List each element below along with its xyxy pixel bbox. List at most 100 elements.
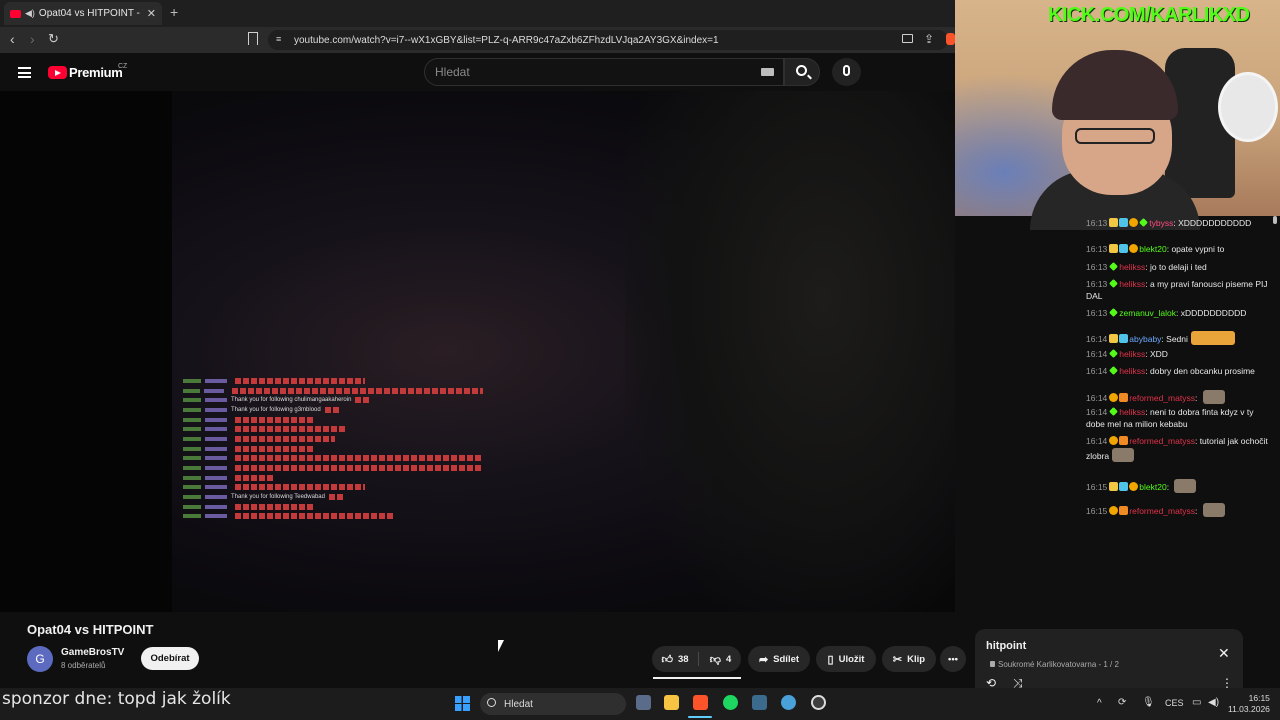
ingame-chat-username: [205, 378, 227, 383]
chat-username[interactable]: blekt20: [1139, 244, 1166, 254]
gift-badge-icon: [1119, 244, 1129, 253]
gift-badge-icon: [1119, 482, 1129, 491]
green-badge-icon: [1109, 308, 1119, 317]
share-icon[interactable]: ⇪: [924, 32, 934, 46]
mouse-cursor: [498, 640, 504, 652]
chat-username[interactable]: abybaby: [1129, 334, 1161, 344]
ingame-chat-badge: [183, 378, 201, 383]
save-button[interactable]: ▯ Uložit: [816, 646, 876, 672]
more-actions-button[interactable]: •••: [940, 646, 966, 672]
orange-badge-icon: [1119, 393, 1129, 402]
ingame-chat-emotes: [235, 416, 315, 423]
ingame-chat-emotes: [234, 455, 483, 462]
ingame-chat-badge: [183, 456, 201, 461]
sync-icon[interactable]: ⟳: [1118, 697, 1126, 708]
subscribe-button[interactable]: Odebírat: [141, 647, 199, 670]
game-launcher-icon[interactable]: [752, 695, 767, 710]
chat-timestamp: 16:14: [1086, 436, 1108, 446]
ingame-chat-username: [205, 446, 227, 451]
chat-timestamp: 16:15: [1086, 506, 1108, 516]
chat-message: 16:14 helikss: XDD: [1086, 349, 1274, 361]
chat-username[interactable]: zemanuv_lalok: [1119, 308, 1176, 318]
tab-close-icon[interactable]: ✕: [147, 7, 156, 20]
channel-name[interactable]: GameBrosTV: [61, 647, 124, 658]
coin-badge-icon: [1129, 218, 1139, 227]
ingame-chat-username: [205, 485, 227, 490]
share-button[interactable]: ➦ Sdílet: [748, 646, 810, 672]
green-badge-icon: [1109, 349, 1119, 358]
search-input[interactable]: Hledat: [424, 58, 784, 86]
like-ratio-bar: [653, 677, 741, 679]
bookmark-icon[interactable]: [248, 32, 258, 45]
task-view-icon[interactable]: [636, 695, 651, 710]
chat-username[interactable]: blekt20: [1139, 482, 1166, 492]
taskbar-search-icon: [487, 698, 496, 707]
browser-tab[interactable]: ◀) Opat04 vs HITPOINT - YouTube ✕: [4, 2, 162, 25]
coin-badge-icon: [1109, 393, 1119, 402]
audio-playing-icon[interactable]: ◀): [25, 8, 35, 19]
chat-scrollbar[interactable]: [1273, 216, 1277, 224]
url-text: youtube.com/watch?v=i7--wX1xGBY&list=PLZ…: [294, 34, 719, 46]
coin-badge-icon: [1129, 244, 1139, 253]
spotify-icon[interactable]: [723, 695, 738, 710]
playlist-title[interactable]: hitpoint: [986, 640, 1026, 652]
site-settings-icon[interactable]: ≡: [276, 34, 286, 44]
ingame-chat-row: Thank you for following g3mblood: [183, 405, 483, 415]
file-explorer-icon[interactable]: [664, 695, 679, 710]
taskbar-search-input[interactable]: Hledat: [480, 693, 626, 715]
ingame-chat-badge: [183, 436, 201, 441]
ccleaner-icon[interactable]: [781, 695, 796, 710]
ingame-chat-badge: [183, 388, 200, 393]
clip-label: Klip: [907, 653, 926, 665]
forward-button[interactable]: ›: [30, 31, 35, 47]
volume-icon[interactable]: ◀): [1208, 697, 1219, 708]
like-button[interactable]: 👍︎ 38: [652, 646, 698, 672]
chat-username[interactable]: helikss: [1119, 407, 1145, 417]
ingame-chat-badge: [183, 495, 201, 500]
brave-browser-icon[interactable]: [693, 695, 708, 710]
hamburger-menu-icon[interactable]: [18, 67, 31, 78]
brave-shields-icon[interactable]: [946, 33, 955, 45]
chat-username[interactable]: helikss: [1119, 279, 1145, 289]
new-tab-button[interactable]: +: [170, 4, 178, 20]
ingame-chat-emotes: [235, 484, 365, 491]
microphone-tray-icon[interactable]: 🎙︎: [1142, 697, 1155, 708]
reload-button[interactable]: ↻: [48, 31, 59, 47]
obs-icon[interactable]: [811, 695, 826, 710]
chat-emote-image: [1202, 503, 1225, 517]
keyboard-icon[interactable]: [761, 68, 774, 76]
playlist-close-icon[interactable]: ✕: [1218, 645, 1230, 662]
scissors-icon: ✂: [892, 653, 903, 666]
chat-username[interactable]: tybyss: [1149, 218, 1173, 228]
channel-avatar[interactable]: G: [27, 646, 53, 672]
chat-username[interactable]: helikss: [1119, 349, 1145, 359]
system-clock[interactable]: 16:15 11.03.2026: [1228, 693, 1270, 715]
chat-emote-image: [1202, 390, 1225, 404]
chat-timestamp: 16:14: [1086, 393, 1108, 403]
clip-button[interactable]: ✂ Klip: [882, 646, 936, 672]
reader-mode-icon[interactable]: [902, 34, 913, 43]
windows-start-icon[interactable]: [455, 696, 470, 711]
chat-message: 16:14 reformed_matyss: tutorial jak ochoč…: [1086, 436, 1274, 462]
ingame-chat-row: [183, 512, 483, 522]
like-count: 38: [677, 653, 689, 665]
chat-username[interactable]: reformed_matyss: [1129, 393, 1195, 403]
premium-logo-text[interactable]: Premium: [69, 65, 123, 80]
ingame-chat-row: [183, 386, 483, 396]
chat-username[interactable]: helikss: [1119, 366, 1145, 376]
chat-username[interactable]: reformed_matyss: [1129, 436, 1195, 446]
back-button[interactable]: ‹: [10, 31, 15, 47]
chat-text: xDDDDDDDDDD: [1180, 308, 1247, 318]
chat-username[interactable]: helikss: [1119, 262, 1145, 272]
address-bar[interactable]: youtube.com/watch?v=i7--wX1xGBY&list=PLZ…: [268, 30, 948, 50]
language-indicator[interactable]: CES: [1165, 698, 1184, 708]
chat-text: opate vypni to: [1171, 244, 1225, 254]
dislike-button[interactable]: 👎︎ 4: [700, 646, 741, 672]
tray-overflow-icon[interactable]: ^: [1097, 698, 1102, 709]
network-icon[interactable]: ▭: [1192, 697, 1201, 708]
search-placeholder: Hledat: [435, 65, 470, 79]
chat-username[interactable]: reformed_matyss: [1129, 506, 1195, 516]
video-frame: [172, 91, 955, 612]
chat-colon: :: [1166, 482, 1172, 492]
youtube-logo-icon[interactable]: [48, 66, 67, 79]
